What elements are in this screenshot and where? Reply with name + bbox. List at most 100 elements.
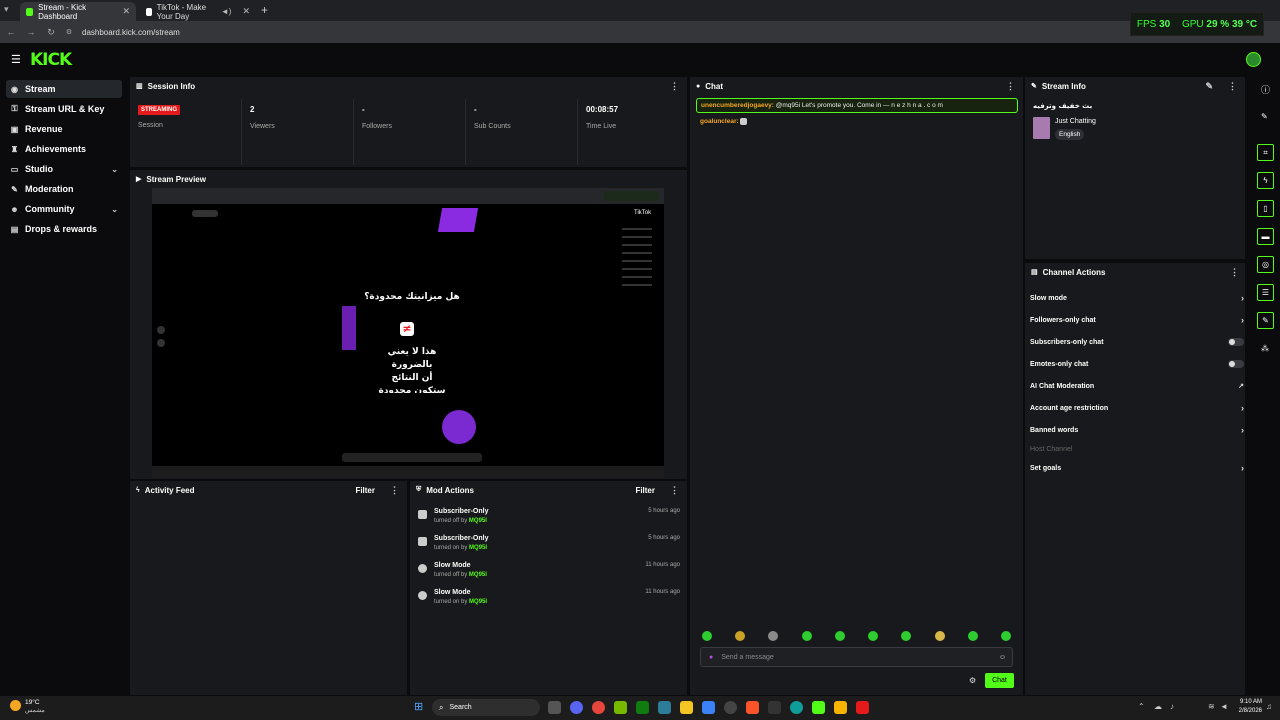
tray-cloud-icon[interactable]: ☁ bbox=[1154, 702, 1162, 711]
emote-icon[interactable] bbox=[901, 631, 911, 641]
reload-icon[interactable]: ↻ bbox=[44, 27, 58, 38]
tab-menu-icon[interactable]: ▾ bbox=[4, 4, 16, 16]
emote-icon[interactable] bbox=[835, 631, 845, 641]
file-explorer-icon[interactable] bbox=[680, 701, 693, 714]
rail-button-bolt[interactable]: ϟ bbox=[1257, 172, 1274, 189]
emote-icon[interactable] bbox=[1001, 631, 1011, 641]
emote-icon[interactable] bbox=[935, 631, 945, 641]
windows-start-icon[interactable]: ⊞ bbox=[414, 701, 426, 713]
weather-sun-icon[interactable] bbox=[10, 700, 21, 711]
info-icon[interactable]: ⓘ bbox=[1261, 83, 1270, 96]
rail-button-list[interactable]: ☰ bbox=[1257, 284, 1274, 301]
category-name[interactable]: Just Chatting bbox=[1055, 118, 1096, 125]
channel-action-account-age[interactable]: Account age restriction › bbox=[1030, 401, 1244, 415]
chat-username[interactable]: goalunclear: bbox=[700, 118, 739, 125]
rail-button-chat[interactable]: ▬ bbox=[1257, 228, 1274, 245]
emote-icon[interactable] bbox=[702, 631, 712, 641]
more-options-icon[interactable]: ⋮ bbox=[670, 81, 679, 92]
avatar[interactable] bbox=[1246, 52, 1261, 67]
forward-icon[interactable]: → bbox=[24, 27, 38, 37]
mod-user[interactable]: MQ95I bbox=[469, 545, 487, 551]
notification-bell-icon[interactable]: ♫ bbox=[1266, 702, 1272, 711]
close-icon[interactable]: ✕ bbox=[242, 6, 250, 17]
emoji-icon[interactable]: ☺ bbox=[999, 654, 1006, 661]
sidebar-item-drops-rewards[interactable]: ▤ Drops & rewards bbox=[6, 220, 122, 238]
browser-tab-kick[interactable]: Stream - Kick Dashboard ✕ bbox=[20, 2, 136, 21]
close-icon[interactable]: ✕ bbox=[122, 6, 130, 17]
kick-icon[interactable] bbox=[812, 701, 825, 714]
taskbar-search[interactable]: ⌕ Search bbox=[432, 699, 540, 716]
rail-button-document[interactable]: ▯ bbox=[1257, 200, 1274, 217]
speaker-icon[interactable]: ◄ bbox=[1220, 702, 1228, 711]
filter-button[interactable]: Filter bbox=[635, 486, 655, 495]
url-field[interactable]: dashboard.kick.com/stream bbox=[82, 28, 180, 37]
edge-icon[interactable] bbox=[790, 701, 803, 714]
edit-icon[interactable]: ✎ bbox=[1205, 81, 1213, 92]
sidebar-item-moderation[interactable]: ✎ Moderation bbox=[6, 180, 122, 198]
mod-user[interactable]: MQ95I bbox=[469, 518, 487, 524]
emote-icon[interactable] bbox=[802, 631, 812, 641]
site-info-icon[interactable]: ⚙ bbox=[62, 28, 76, 36]
more-options-icon[interactable]: ⋮ bbox=[390, 485, 399, 496]
tray-mic-icon[interactable]: ♪ bbox=[1170, 702, 1174, 711]
pencil-icon[interactable]: ✎ bbox=[1261, 112, 1268, 121]
back-icon[interactable]: ← bbox=[4, 27, 18, 37]
wifi-icon[interactable]: ≋ bbox=[1208, 702, 1215, 711]
filter-button[interactable]: Filter bbox=[355, 486, 375, 495]
stream-preview-video[interactable]: TikTok هل ميزانيتك محدودة؟ ≠ هذا لا يعني… bbox=[152, 188, 664, 478]
channel-action-ai-moderation[interactable]: AI Chat Moderation ↗ bbox=[1030, 379, 1244, 393]
more-options-icon[interactable]: ⋮ bbox=[1230, 267, 1239, 278]
browser-tab-tiktok[interactable]: TikTok - Make Your Day ◄) ✕ bbox=[140, 2, 256, 21]
nvidia-icon[interactable] bbox=[614, 701, 627, 714]
chrome-icon[interactable] bbox=[592, 701, 605, 714]
rail-button-wrench[interactable]: ✎ bbox=[1257, 312, 1274, 329]
chart-icon: ▥ bbox=[136, 83, 143, 90]
emote-icon[interactable] bbox=[968, 631, 978, 641]
channel-action-set-goals[interactable]: Set goals › bbox=[1030, 461, 1244, 475]
tray-chevron-up-icon[interactable]: ⌃ bbox=[1138, 702, 1145, 711]
emote-icon[interactable] bbox=[868, 631, 878, 641]
emotes-only-toggle[interactable] bbox=[1228, 360, 1244, 368]
notes-icon[interactable] bbox=[834, 701, 847, 714]
microphone-icon[interactable]: ● bbox=[709, 654, 713, 661]
brave-icon[interactable] bbox=[746, 701, 759, 714]
appletv-icon[interactable] bbox=[768, 701, 781, 714]
hamburger-menu-icon[interactable]: ☰ bbox=[11, 53, 21, 66]
emote-icon[interactable] bbox=[768, 631, 778, 641]
subscribers-only-toggle[interactable] bbox=[1228, 338, 1244, 346]
store-icon[interactable] bbox=[658, 701, 671, 714]
settings-gear-icon[interactable]: ⚙ bbox=[969, 676, 976, 685]
more-options-icon[interactable]: ⋮ bbox=[1006, 81, 1015, 92]
sidebar-item-achievements[interactable]: ♜ Achievements bbox=[6, 140, 122, 158]
mail-icon[interactable] bbox=[702, 701, 715, 714]
sidebar-item-stream[interactable]: ◉ Stream bbox=[6, 80, 122, 98]
sidebar-item-stream-url-key[interactable]: ⚿ Stream URL & Key bbox=[6, 100, 122, 118]
xbox-icon[interactable] bbox=[636, 701, 649, 714]
channel-action-slow-mode[interactable]: Slow mode › bbox=[1030, 291, 1244, 305]
rail-button-frame[interactable]: ⌗ bbox=[1257, 144, 1274, 161]
speaker-icon[interactable]: ◄) bbox=[221, 7, 232, 16]
more-options-icon[interactable]: ⋮ bbox=[670, 485, 679, 496]
discord-icon[interactable] bbox=[570, 701, 583, 714]
steam-icon[interactable] bbox=[724, 701, 737, 714]
youtube-icon[interactable] bbox=[856, 701, 869, 714]
sidebar-item-community[interactable]: ☻ Community ⌄ bbox=[6, 200, 122, 218]
more-options-icon[interactable]: ⋮ bbox=[1228, 81, 1237, 92]
kick-logo[interactable]: KICK bbox=[30, 50, 72, 70]
sidebar-item-revenue[interactable]: ▣ Revenue bbox=[6, 120, 122, 138]
mod-user[interactable]: MQ95I bbox=[469, 572, 487, 578]
clock-time[interactable]: 9:10 AM bbox=[1236, 699, 1262, 705]
channel-action-followers-only[interactable]: Followers-only chat › bbox=[1030, 313, 1244, 327]
mod-user[interactable]: MQ95I bbox=[469, 599, 487, 605]
rail-button-broadcast[interactable]: ◎ bbox=[1257, 256, 1274, 273]
chat-input[interactable]: ● Send a message ☺ bbox=[700, 647, 1013, 667]
emote-icon[interactable] bbox=[735, 631, 745, 641]
new-tab-button[interactable]: + bbox=[261, 3, 268, 17]
add-widget-icon[interactable]: ⁂ bbox=[1261, 344, 1269, 353]
chat-send-button[interactable]: Chat bbox=[985, 673, 1014, 688]
channel-action-banned-words[interactable]: Banned words › bbox=[1030, 423, 1244, 437]
task-view-icon[interactable] bbox=[548, 701, 561, 714]
chat-username[interactable]: unencumberedjogaevy: bbox=[701, 102, 774, 109]
clock-date[interactable]: 2/8/2026 bbox=[1232, 708, 1262, 714]
sidebar-item-studio[interactable]: ▭ Studio ⌄ bbox=[6, 160, 122, 178]
